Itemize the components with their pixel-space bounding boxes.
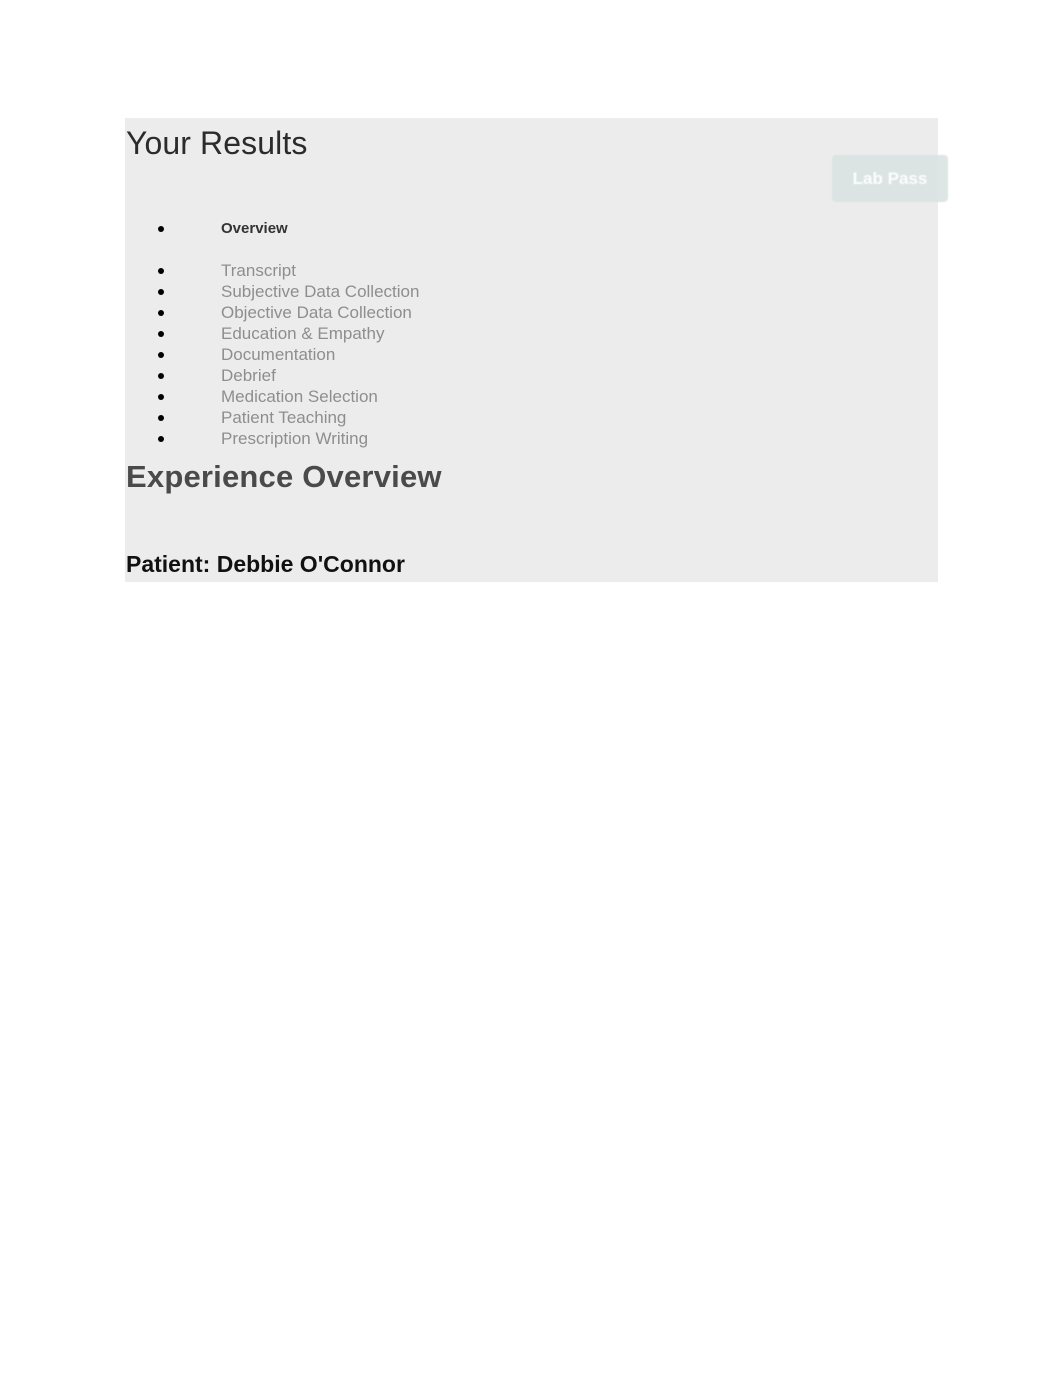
nav-item-label: Overview <box>221 220 288 237</box>
panel-header: Your Results Lab Pass <box>125 118 948 214</box>
nav-item-subjective-data-collection[interactable]: Subjective Data Collection <box>158 281 858 302</box>
nav-item-label: Objective Data Collection <box>221 303 412 322</box>
nav-item-label: Debrief <box>221 366 276 385</box>
nav-item-patient-teaching[interactable]: Patient Teaching <box>158 407 858 428</box>
nav-item-label: Patient Teaching <box>221 408 347 427</box>
lab-pass-button[interactable]: Lab Pass <box>832 155 948 202</box>
nav-item-objective-data-collection[interactable]: Objective Data Collection <box>158 302 858 323</box>
nav-item-documentation[interactable]: Documentation <box>158 344 858 365</box>
nav-item-medication-selection[interactable]: Medication Selection <box>158 386 858 407</box>
nav-item-overview[interactable]: Overview <box>158 218 858 239</box>
experience-overview-heading: Experience Overview <box>126 459 442 494</box>
nav-item-label: Subjective Data Collection <box>221 282 420 301</box>
page-title: Your Results <box>126 125 308 161</box>
nav-item-label: Medication Selection <box>221 387 378 406</box>
nav-item-label: Transcript <box>221 261 296 280</box>
nav-item-label: Education & Empathy <box>221 324 385 343</box>
patient-name: Patient: Debbie O'Connor <box>126 551 405 577</box>
results-nav: Overview Transcript Subjective Data Coll… <box>158 218 858 449</box>
nav-item-label: Documentation <box>221 345 336 364</box>
results-panel: Your Results Lab Pass Overview Transcrip… <box>125 118 948 582</box>
nav-item-prescription-writing[interactable]: Prescription Writing <box>158 428 858 449</box>
nav-item-education-and-empathy[interactable]: Education & Empathy <box>158 323 858 344</box>
nav-item-debrief[interactable]: Debrief <box>158 365 858 386</box>
nav-item-label: Prescription Writing <box>221 429 369 448</box>
nav-item-transcript[interactable]: Transcript <box>158 260 858 281</box>
